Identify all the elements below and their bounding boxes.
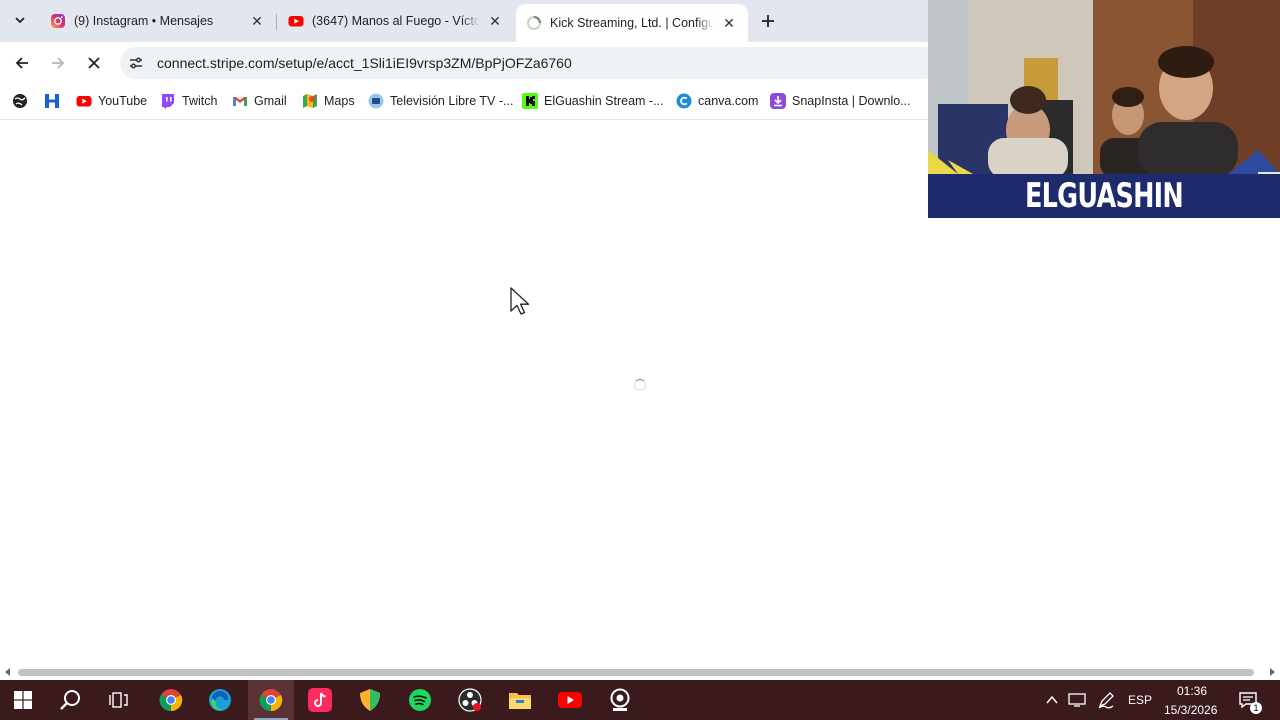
- bookmark-label: Twitch: [182, 94, 218, 108]
- bookmark-label: ElGuashin Stream -...: [544, 94, 664, 108]
- bookmark-kick[interactable]: ElGuashin Stream -...: [522, 92, 664, 110]
- task-view-icon: [109, 692, 128, 708]
- vpn-shield-icon: [360, 689, 380, 711]
- gmail-icon: [232, 93, 248, 109]
- bookmark-canva[interactable]: canva.com: [676, 92, 758, 110]
- taskbar-webcam-app[interactable]: [597, 680, 643, 720]
- arrow-right-icon: [52, 57, 65, 69]
- tab-title: (9) Instagram • Mensajes: [74, 14, 214, 28]
- chrome-icon: [159, 689, 183, 712]
- mouse-pointer-icon: [510, 287, 530, 315]
- streamer-name: ELGUASHIN: [1024, 176, 1184, 216]
- arrow-left-icon: [15, 57, 28, 69]
- new-tab-button[interactable]: [756, 9, 780, 33]
- bookmark-label: Televisión Libre TV -...: [390, 94, 514, 108]
- taskbar-chrome[interactable]: [148, 680, 194, 720]
- taskbar-obs[interactable]: [447, 680, 493, 720]
- canva-icon: [676, 93, 692, 109]
- screen: (9) Instagram • Mensajes ✕ (3647) Manos …: [0, 0, 1280, 720]
- webcam-app-icon: [610, 688, 630, 711]
- bookmark-twitch[interactable]: Twitch: [160, 92, 217, 110]
- tab-title: (3647) Manos al Fuego - Víctor: [312, 14, 480, 28]
- plus-icon: [762, 15, 774, 27]
- chevron-up-icon[interactable]: [1046, 695, 1058, 705]
- edge-icon: [209, 689, 231, 711]
- pen-icon[interactable]: [1097, 691, 1115, 709]
- bookmark-label: Maps: [324, 94, 355, 108]
- chrome-icon: [259, 689, 283, 712]
- bookmark-label: canva.com: [698, 94, 759, 108]
- taskbar-spotify[interactable]: [397, 680, 443, 720]
- youtube-icon: [558, 692, 582, 708]
- bookmark-globe[interactable]: [12, 92, 34, 110]
- start-button[interactable]: [0, 680, 46, 720]
- twitch-icon: [160, 93, 176, 109]
- globe-icon: [12, 93, 28, 109]
- bookmark-maps[interactable]: Maps: [302, 92, 355, 110]
- tab-youtube[interactable]: (3647) Manos al Fuego - Víctor ✕: [278, 6, 514, 36]
- site-settings-icon[interactable]: [126, 53, 146, 73]
- bookmark-snapinsta[interactable]: SnapInsta | Downlo...: [770, 92, 911, 110]
- tab-search-button[interactable]: [6, 7, 34, 33]
- kick-icon: [522, 93, 538, 109]
- bookmark-youtube[interactable]: YouTube: [76, 92, 147, 110]
- bookmark-tv[interactable]: Televisión Libre TV -...: [368, 92, 513, 110]
- taskbar-edge[interactable]: [197, 680, 243, 720]
- bookmark-label: Gmail: [254, 94, 287, 108]
- forward-button[interactable]: [44, 49, 72, 77]
- scroll-left-icon[interactable]: [4, 668, 12, 676]
- back-button[interactable]: [8, 49, 36, 77]
- taskbar-tiktok[interactable]: [297, 680, 343, 720]
- close-icon: [88, 57, 100, 69]
- tab-separator: [276, 14, 277, 30]
- maps-icon: [302, 93, 318, 109]
- youtube-icon: [76, 93, 92, 109]
- close-icon[interactable]: ✕: [486, 12, 504, 30]
- spotify-icon: [409, 689, 431, 711]
- chevron-down-icon: [15, 17, 25, 24]
- tab-kick-stripe[interactable]: Kick Streaming, Ltd. | Configura ✕: [516, 4, 748, 42]
- close-icon[interactable]: ✕: [248, 12, 266, 30]
- file-explorer-icon: [509, 693, 531, 709]
- url-text[interactable]: connect.stripe.com/setup/e/acct_1Sli1iEI…: [157, 55, 572, 71]
- language-indicator[interactable]: ESP: [1128, 693, 1152, 707]
- task-view-button[interactable]: [96, 680, 142, 720]
- obs-icon: [458, 688, 482, 712]
- bookmark-h[interactable]: [44, 92, 66, 110]
- tiktok-icon: [308, 688, 332, 712]
- snapinsta-icon: [770, 93, 786, 109]
- taskbar-search-button[interactable]: [48, 680, 94, 720]
- notification-badge: 1: [1250, 702, 1262, 714]
- bookmark-gmail[interactable]: Gmail: [232, 92, 287, 110]
- network-icon[interactable]: [1068, 692, 1086, 708]
- tab-title: Kick Streaming, Ltd. | Configura: [550, 16, 714, 30]
- loading-spinner-icon: [634, 379, 646, 391]
- youtube-icon: [288, 13, 304, 29]
- scroll-right-icon[interactable]: [1268, 668, 1276, 676]
- taskbar-vpn[interactable]: [347, 680, 393, 720]
- webcam-overlay: ELGUASHIN: [928, 0, 1280, 218]
- taskbar-file-explorer[interactable]: [497, 680, 543, 720]
- instagram-icon: [50, 13, 66, 29]
- bookmark-label: YouTube: [98, 94, 148, 108]
- stop-loading-button[interactable]: [80, 49, 108, 77]
- taskbar-chrome-active[interactable]: [248, 680, 294, 720]
- clock-date[interactable]: 15/3/2026: [1164, 703, 1217, 717]
- tv-icon: [368, 93, 384, 109]
- close-icon[interactable]: ✕: [720, 14, 738, 32]
- scrollbar-thumb[interactable]: [18, 669, 1254, 676]
- taskbar-youtube[interactable]: [547, 680, 593, 720]
- loading-icon: [526, 15, 542, 31]
- windows-start-icon: [14, 691, 32, 709]
- h-logo-icon: [44, 93, 60, 109]
- bookmark-label: SnapInsta | Downlo...: [792, 94, 911, 108]
- tab-instagram[interactable]: (9) Instagram • Mensajes ✕: [40, 6, 276, 36]
- clock-time[interactable]: 01:36: [1177, 684, 1207, 698]
- search-icon: [60, 690, 80, 710]
- horizontal-scrollbar[interactable]: [0, 664, 1280, 680]
